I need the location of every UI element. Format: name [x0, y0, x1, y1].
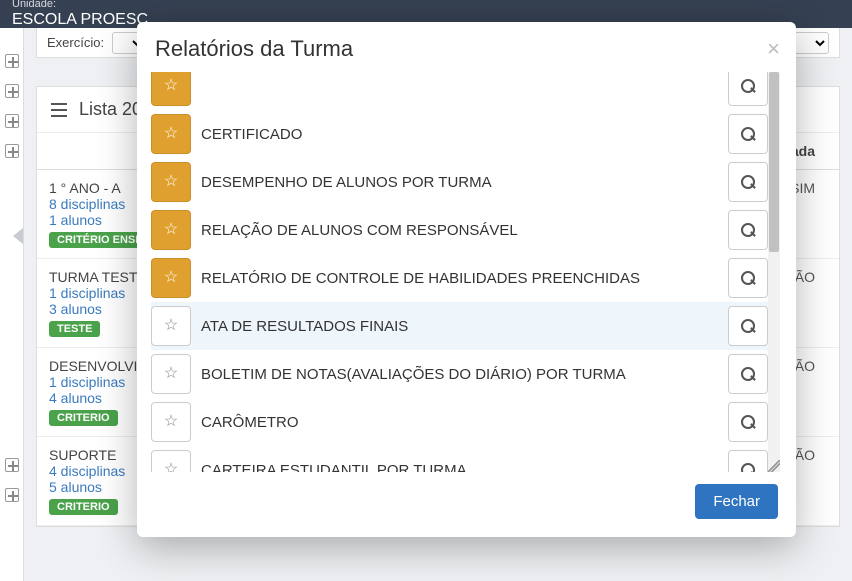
view-report-button[interactable]: [728, 450, 768, 472]
report-label: BOLETIM DE NOTAS(AVALIAÇÕES DO DIÁRIO) P…: [201, 362, 718, 387]
report-label: [201, 82, 718, 90]
row-badge: TESTE: [49, 321, 100, 337]
search-icon: [741, 319, 755, 333]
expand-icon[interactable]: [5, 488, 19, 502]
left-sidebar: [0, 28, 24, 581]
view-report-button[interactable]: [728, 72, 768, 106]
report-row: ☆ CERTIFICADO: [151, 110, 768, 158]
report-row: ☆: [151, 72, 768, 110]
expand-icon[interactable]: [5, 114, 19, 128]
star-icon: ☆: [164, 366, 178, 382]
school-name: ESCOLA PROESC: [12, 10, 148, 29]
view-report-button[interactable]: [728, 258, 768, 298]
search-icon: [741, 367, 755, 381]
report-label: RELATÓRIO DE CONTROLE DE HABILIDADES PRE…: [201, 266, 718, 291]
report-label: DESEMPENHO DE ALUNOS POR TURMA: [201, 170, 718, 195]
reports-modal: Relatórios da Turma × ☆ ☆ CERTIFICADO ☆ DESE…: [137, 22, 796, 537]
report-row: ☆ CARTEIRA ESTUDANTIL POR TURMA: [151, 446, 768, 472]
org-label: Unidade:: [12, 0, 56, 10]
report-label: CARTEIRA ESTUDANTIL POR TURMA: [201, 458, 718, 473]
reports-scroll[interactable]: ☆ ☆ CERTIFICADO ☆ DESEMPENHO DE ALUNOS POR T…: [151, 72, 780, 472]
view-report-button[interactable]: [728, 210, 768, 250]
report-row: ☆ RELATÓRIO DE CONTROLE DE HABILIDADES PR…: [151, 254, 768, 302]
list-icon: [51, 103, 67, 117]
scrollbar[interactable]: [768, 72, 780, 472]
report-label: RELAÇÃO DE ALUNOS COM RESPONSÁVEL: [201, 218, 718, 243]
search-icon: [741, 271, 755, 285]
report-row: ☆ CARÔMETRO: [151, 398, 768, 446]
view-report-button[interactable]: [728, 306, 768, 346]
close-button[interactable]: Fechar: [695, 484, 778, 519]
search-icon: [741, 175, 755, 189]
filter-label: Exercício:: [47, 35, 104, 50]
modal-footer: Fechar: [137, 472, 796, 537]
search-icon: [741, 415, 755, 429]
report-row: ☆ DESEMPENHO DE ALUNOS POR TURMA: [151, 158, 768, 206]
star-icon: ☆: [164, 126, 178, 142]
row-badge: CRITERIO: [49, 410, 118, 426]
report-label: CARÔMETRO: [201, 410, 718, 435]
favorite-button[interactable]: ☆: [151, 162, 191, 202]
row-badge: CRITERIO: [49, 499, 118, 515]
report-row: ☆ BOLETIM DE NOTAS(AVALIAÇÕES DO DIÁRIO) …: [151, 350, 768, 398]
expand-icon[interactable]: [5, 84, 19, 98]
view-report-button[interactable]: [728, 354, 768, 394]
report-label: CERTIFICADO: [201, 122, 718, 147]
modal-body: ☆ ☆ CERTIFICADO ☆ DESEMPENHO DE ALUNOS POR T…: [137, 72, 796, 472]
expand-icon[interactable]: [5, 144, 19, 158]
view-report-button[interactable]: [728, 114, 768, 154]
report-label: ATA DE RESULTADOS FINAIS: [201, 314, 718, 339]
star-icon: ☆: [164, 414, 178, 430]
favorite-button[interactable]: ☆: [151, 72, 191, 106]
collapse-handle-icon[interactable]: [13, 228, 23, 244]
star-icon: ☆: [164, 270, 178, 286]
report-row: ☆ RELAÇÃO DE ALUNOS COM RESPONSÁVEL: [151, 206, 768, 254]
search-icon: [741, 463, 755, 472]
expand-icon[interactable]: [5, 458, 19, 472]
favorite-button[interactable]: ☆: [151, 210, 191, 250]
star-icon: ☆: [164, 222, 178, 238]
view-report-button[interactable]: [728, 402, 768, 442]
favorite-button[interactable]: ☆: [151, 354, 191, 394]
modal-title: Relatórios da Turma: [155, 36, 353, 61]
favorite-button[interactable]: ☆: [151, 306, 191, 346]
search-icon: [741, 79, 755, 93]
resize-corner-icon[interactable]: [768, 460, 780, 472]
star-icon: ☆: [164, 318, 178, 334]
view-report-button[interactable]: [728, 162, 768, 202]
star-icon: ☆: [164, 78, 178, 94]
modal-header: Relatórios da Turma ×: [137, 22, 796, 72]
search-icon: [741, 223, 755, 237]
scrollbar-thumb[interactable]: [769, 72, 779, 252]
star-icon: ☆: [164, 174, 178, 190]
expand-icon[interactable]: [5, 54, 19, 68]
favorite-button[interactable]: ☆: [151, 450, 191, 472]
search-icon: [741, 127, 755, 141]
star-icon: ☆: [164, 462, 178, 472]
close-icon[interactable]: ×: [767, 38, 780, 60]
favorite-button[interactable]: ☆: [151, 114, 191, 154]
favorite-button[interactable]: ☆: [151, 402, 191, 442]
favorite-button[interactable]: ☆: [151, 258, 191, 298]
report-row: ☆ ATA DE RESULTADOS FINAIS: [151, 302, 768, 350]
